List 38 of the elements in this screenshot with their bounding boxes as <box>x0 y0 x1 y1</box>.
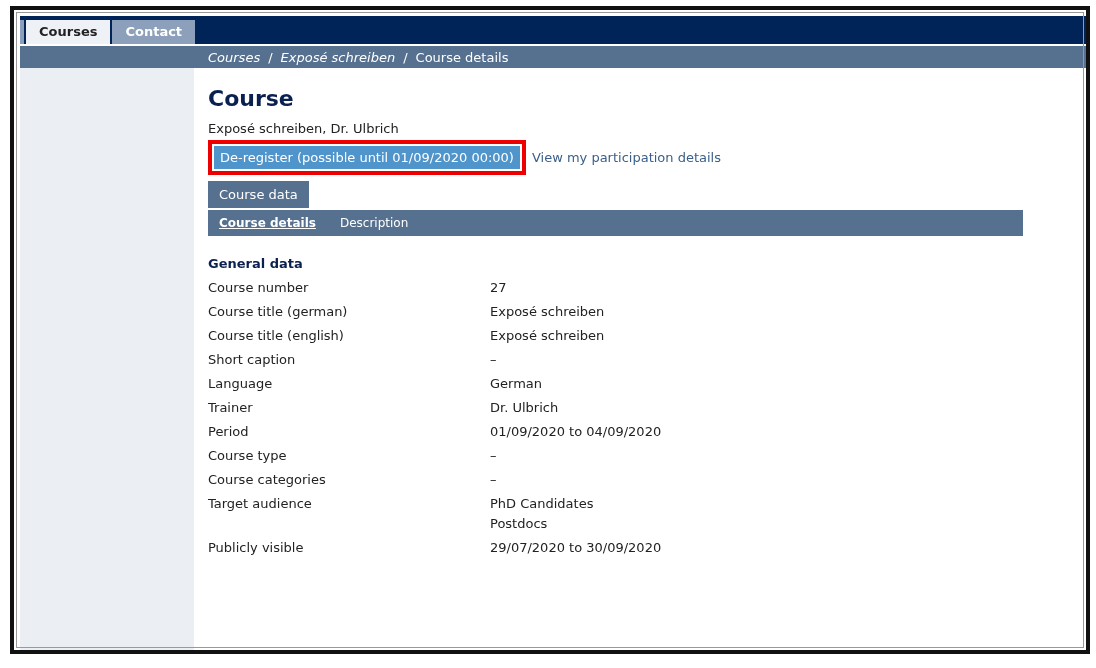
field-label: Trainer <box>208 400 254 415</box>
field-label: Course title (german) <box>208 304 349 319</box>
sub-tab[interactable]: Description <box>339 216 409 230</box>
nav-tab[interactable]: Contact <box>112 20 196 44</box>
breadcrumb-current: Course details <box>415 49 509 65</box>
field-value: – <box>490 448 498 463</box>
field-label: Course title (english) <box>208 328 345 343</box>
course-subtitle: Exposé schreiben, Dr. Ulbrich <box>208 121 400 136</box>
page-heading: Course <box>208 86 295 111</box>
field-value: Exposé schreiben <box>490 304 606 319</box>
field-label: Course type <box>208 448 288 463</box>
deregister-button[interactable]: De-register (possible until 01/09/2020 00:00) <box>208 140 526 175</box>
breadcrumb-link[interactable]: Exposé schreiben <box>280 49 396 65</box>
section-title: General data <box>208 256 304 271</box>
field-value: – <box>490 472 498 487</box>
field-label: Course categories <box>208 472 327 487</box>
sub-tab[interactable]: Course details <box>219 216 316 230</box>
field-label: Short caption <box>208 352 297 367</box>
section-tab[interactable]: Course data <box>208 181 309 208</box>
field-value: Postdocs <box>490 516 549 531</box>
nav-tab[interactable]: Courses <box>26 20 111 44</box>
field-label: Period <box>208 424 250 439</box>
breadcrumb-separator: / <box>268 49 273 65</box>
field-label: Publicly visible <box>208 540 305 555</box>
field-value: German <box>490 376 544 391</box>
field-value: – <box>490 352 498 367</box>
field-value: PhD Candidates <box>490 496 595 511</box>
field-label: Target audience <box>208 496 313 513</box>
field-label: Language <box>208 376 274 391</box>
field-value: Exposé schreiben <box>490 328 606 343</box>
field-label: Course number <box>208 280 310 295</box>
field-value: Dr. Ulbrich <box>490 400 560 415</box>
breadcrumb-link[interactable]: Courses <box>208 49 261 65</box>
field-value: 01/09/2020 to 04/09/2020 <box>490 424 663 439</box>
field-value: 27 <box>490 280 508 295</box>
field-value: 29/07/2020 to 30/09/2020 <box>490 540 663 555</box>
participation-link[interactable]: View my participation details <box>531 148 721 167</box>
breadcrumb-separator: / <box>403 49 408 65</box>
